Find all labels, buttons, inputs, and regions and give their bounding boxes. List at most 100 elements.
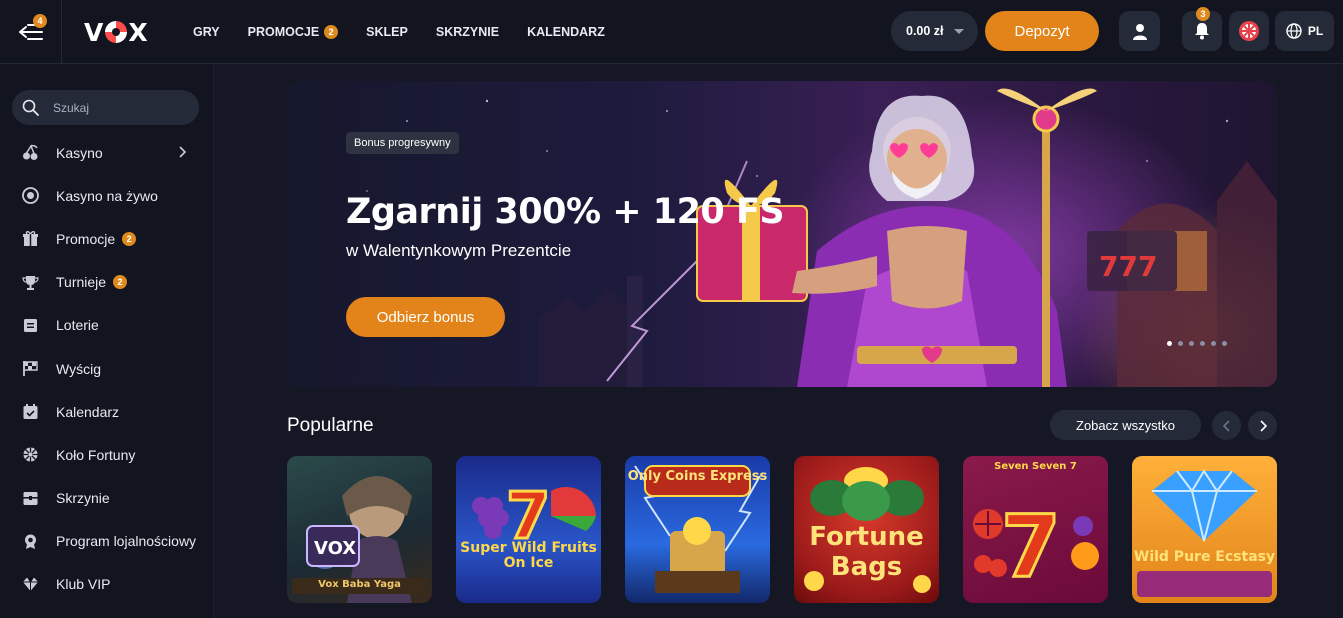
game-tile-super-wild-fruits[interactable]: 7 Super Wild Fruits On Ice [456,456,601,603]
sidebar: Kasyno Kasyno na żywo Promocje 2 Turniej… [0,65,214,618]
svg-text:7: 7 [1001,497,1061,597]
carousel-dot[interactable] [1189,341,1194,346]
search-icon [22,99,39,116]
calendar-icon [22,403,39,420]
nav-sklep[interactable]: SKLEP [366,25,408,39]
game-title: Vox Baba Yaga [318,579,401,590]
game-art: 7 [472,479,596,556]
sidebar-item-label: Kalendarz [56,403,120,420]
sidebar-item-label: Wyścig [56,360,101,377]
game-title: Seven Seven 7 [994,461,1077,472]
notifications-badge: 3 [1196,7,1210,21]
game-tile-fortune-bags[interactable]: Fortune Bags [794,456,939,603]
chest-icon [22,490,39,507]
carousel-dot[interactable] [1211,341,1216,346]
carousel-dots [1167,341,1227,346]
claim-bonus-button[interactable]: Odbierz bonus [346,297,505,337]
chevron-right-icon [179,146,186,158]
popular-games-row: VOX Vox Baba Yaga 7 Super Wild Fruits On… [287,456,1277,603]
sidebar-item-promocje[interactable]: Promocje 2 [0,217,214,260]
search-box[interactable] [12,90,199,125]
game-tile-vox-baba-yaga[interactable]: VOX Vox Baba Yaga [287,456,432,603]
chevron-right-icon [1259,419,1267,432]
svg-text:777: 777 [1099,250,1157,283]
game-art [1137,469,1272,597]
language-selector[interactable]: PL [1275,11,1334,51]
sidebar-toggle-button[interactable]: 4 [0,0,62,64]
live-chip-icon [22,187,39,205]
sidebar-item-kolo-fortuny[interactable]: Koło Fortuny [0,433,214,476]
rewards-button[interactable] [1229,11,1269,51]
balance-dropdown[interactable]: 0.00 zł [891,11,978,51]
carousel-prev-button[interactable] [1212,411,1241,440]
game-title: Fortune Bags [809,522,924,582]
trophy-icon [22,274,39,291]
promocje-badge: 2 [324,25,339,39]
sidebar-item-label: Koło Fortuny [56,446,136,463]
search-input[interactable] [53,100,183,115]
sidebar-item-turnieje[interactable]: Turnieje 2 [0,261,214,304]
profile-button[interactable] [1119,11,1160,51]
carousel-dot[interactable] [1200,341,1205,346]
main-nav: GRY PROMOCJE 2 SKLEP SKRZYNIE KALENDARZ [193,0,605,64]
game-title: Super Wild Fruits On Ice [460,540,597,571]
wheel-icon [22,446,39,463]
game-tile-seven-seven[interactable]: 7 Seven Seven 7 [963,456,1108,603]
vox-logo[interactable]: VX [84,18,149,47]
diamond-icon [22,576,39,593]
popular-section-title: Popularne [287,415,374,436]
sidebar-item-wyscig[interactable]: Wyścig [0,347,214,390]
notifications-button[interactable]: 3 [1182,7,1222,51]
globe-icon [1286,23,1302,39]
race-flag-icon [22,360,39,377]
hero-subtitle: w Walentynkowym Prezentcie [346,241,572,260]
bonus-tag: Bonus progresywny [346,132,459,154]
cherries-icon [22,144,39,161]
carousel-dot[interactable] [1178,341,1183,346]
bell-icon [1195,23,1209,40]
sidebar-item-kasyno[interactable]: Kasyno [0,131,214,174]
game-title: Only Coins Express [627,469,768,484]
sidebar-item-label: Promocje [56,230,116,247]
sidebar-item-label: Loterie [56,317,99,334]
sidebar-item-kasyno-na-zywo[interactable]: Kasyno na żywo [0,174,214,217]
gift-icon [22,230,39,247]
sidebar-item-label: Program lojalnościowy [56,533,197,550]
balance-value: 0.00 zł [906,24,944,38]
user-icon [1132,23,1147,40]
menu-badge: 4 [33,14,47,28]
nav-kalendarz[interactable]: KALENDARZ [527,25,605,39]
sidebar-item-skrzynie[interactable]: Skrzynie [0,477,214,520]
medal-icon [22,533,39,550]
sidebar-item-label: Turnieje [56,274,107,291]
chevron-down-icon [953,28,964,34]
carousel-dot[interactable] [1222,341,1227,346]
sidebar-item-label: Kasyno na żywo [56,187,158,204]
sidebar-item-kalendarz[interactable]: Kalendarz [0,390,214,433]
ticket-icon [22,317,39,334]
sidebar-item-label: Klub VIP [56,576,111,593]
game-tile-only-coins-express[interactable]: Only Coins Express [625,456,770,603]
sidebar-item-loterie[interactable]: Loterie [0,304,214,347]
sidebar-item-label: Kasyno [56,144,103,161]
hero-banner[interactable]: 777 Bonus progresywny Zgarnij 300% + 120… [287,81,1277,387]
hero-title: Zgarnij 300% + 120 FS [346,192,785,232]
nav-promocje[interactable]: PROMOCJE 2 [248,25,339,39]
turnieje-sidebar-badge: 2 [113,275,128,290]
chevron-left-icon [1222,419,1230,432]
logo-wheel-icon [105,21,128,43]
carousel-next-button[interactable] [1248,411,1277,440]
language-code: PL [1307,24,1324,38]
nav-gry[interactable]: GRY [193,25,220,39]
sidebar-item-label: Skrzynie [56,490,110,507]
see-all-button[interactable]: Zobacz wszystko [1050,410,1201,440]
sidebar-item-klub-vip[interactable]: Klub VIP [0,563,214,606]
promocje-sidebar-badge: 2 [122,231,137,246]
sidebar-item-program-lojalnosciowy[interactable]: Program lojalnościowy [0,520,214,563]
carousel-dot[interactable] [1167,341,1172,346]
game-tile-wild-pure-ecstasy[interactable]: Wild Pure Ecstasy [1132,456,1277,603]
nav-skrzynie[interactable]: SKRZYNIE [436,25,499,39]
game-title: Wild Pure Ecstasy [1133,549,1276,565]
deposit-button[interactable]: Depozyt [985,11,1099,51]
game-art: 7 [973,496,1099,599]
